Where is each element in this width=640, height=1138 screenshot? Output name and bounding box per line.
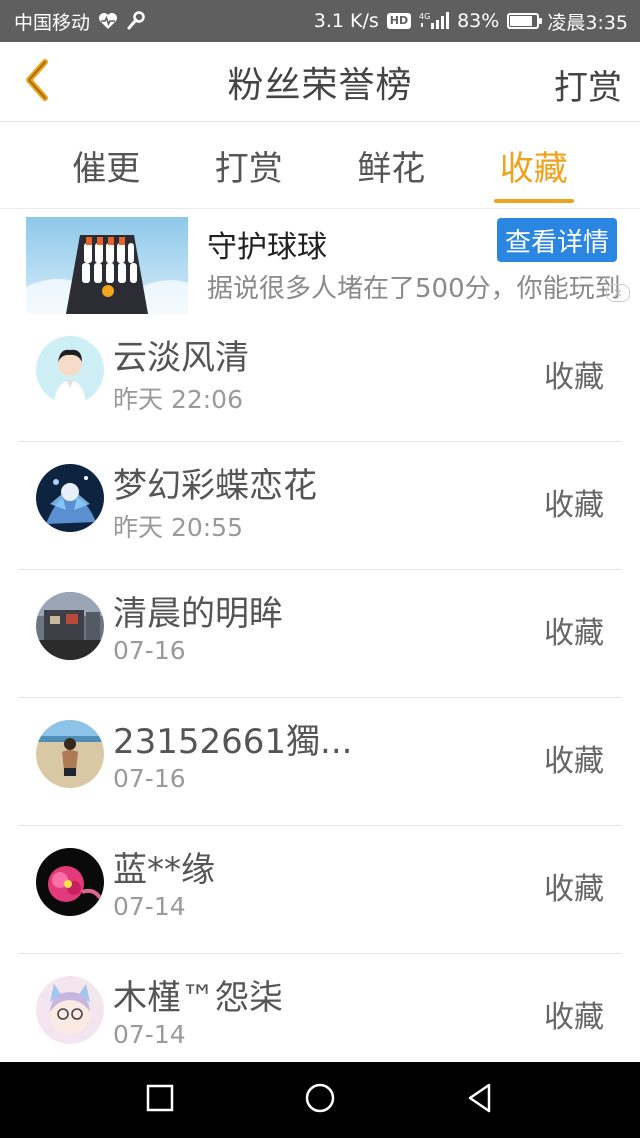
fan-action: 收藏 bbox=[544, 616, 604, 651]
fan-name: 梦幻彩蝶恋花 bbox=[113, 466, 317, 506]
tab-bar: 催更 打赏 鲜花 收藏 bbox=[0, 123, 640, 209]
fan-action: 收藏 bbox=[544, 488, 604, 523]
fan-action: 收藏 bbox=[544, 1000, 604, 1035]
view-details-button[interactable]: 查看详情 bbox=[496, 218, 617, 262]
list-item[interactable]: 云淡风清 昨天 22:06 收藏 bbox=[18, 314, 622, 442]
back-button[interactable] bbox=[14, 58, 58, 106]
fan-name: 蓝**缘 bbox=[113, 850, 215, 890]
list-item[interactable]: 清晨的明眸 07-16 收藏 bbox=[18, 570, 622, 698]
list-item[interactable]: 23152661獨... 07-16 收藏 bbox=[18, 698, 622, 826]
signal-icon: 4G bbox=[419, 11, 450, 31]
avatar bbox=[36, 848, 104, 916]
fan-name: 23152661獨... bbox=[113, 722, 353, 762]
avatar bbox=[36, 720, 104, 788]
net-speed: 3.1 K/s bbox=[313, 10, 379, 32]
tab-favorites[interactable]: 收藏 bbox=[493, 123, 574, 209]
fan-name: 木槿™怨柒 bbox=[113, 978, 283, 1018]
tab-reward[interactable]: 打赏 bbox=[209, 123, 289, 209]
avatar bbox=[36, 592, 104, 660]
circle-icon bbox=[304, 1082, 336, 1118]
system-nav-bar bbox=[0, 1062, 640, 1138]
tab-flowers[interactable]: 鲜花 bbox=[351, 123, 431, 209]
triangle-back-icon bbox=[465, 1082, 495, 1118]
fan-name: 云淡风清 bbox=[113, 338, 249, 378]
avatar bbox=[36, 976, 104, 1044]
fan-time: 昨天 20:55 bbox=[113, 513, 243, 542]
fan-list: 云淡风清 昨天 22:06 收藏 梦幻彩蝶恋花 昨天 20:55 收藏 清晨的明… bbox=[0, 314, 640, 1082]
ad-close-icon[interactable]: × bbox=[606, 284, 630, 302]
chevron-left-icon bbox=[21, 58, 51, 106]
back-nav-button[interactable] bbox=[455, 1075, 505, 1125]
fan-time: 昨天 22:06 bbox=[113, 385, 243, 414]
fan-time: 07-14 bbox=[113, 892, 186, 921]
net-type-label: 4G bbox=[419, 12, 430, 21]
fan-action: 收藏 bbox=[544, 744, 604, 779]
reward-button[interactable]: 打赏 bbox=[554, 60, 622, 109]
list-item[interactable]: 蓝**缘 07-14 收藏 bbox=[18, 826, 622, 954]
fan-time: 07-16 bbox=[113, 636, 186, 665]
square-icon bbox=[146, 1084, 174, 1116]
avatar bbox=[36, 336, 104, 404]
nav-bar: 粉丝荣誉榜 打赏 bbox=[0, 42, 640, 122]
clock: 凌晨3:35 bbox=[547, 11, 628, 34]
home-button[interactable] bbox=[295, 1075, 345, 1125]
list-item[interactable]: 梦幻彩蝶恋花 昨天 20:55 收藏 bbox=[18, 442, 622, 570]
ad-title: 守护球球 bbox=[207, 230, 327, 265]
heart-pulse-icon bbox=[98, 12, 118, 30]
ad-description: 据说很多人堵在了500分，你能玩到多少分？ bbox=[207, 274, 622, 304]
page-title: 粉丝荣誉榜 bbox=[227, 64, 413, 106]
recent-apps-button[interactable] bbox=[135, 1075, 185, 1125]
fan-name: 清晨的明眸 bbox=[113, 594, 283, 634]
fan-action: 收藏 bbox=[544, 872, 604, 907]
battery-percent: 83% bbox=[457, 10, 500, 32]
carrier-label: 中国移动 bbox=[14, 11, 91, 34]
avatar bbox=[36, 464, 104, 532]
hd-badge: HD bbox=[386, 13, 412, 29]
ad-banner[interactable]: 守护球球 据说很多人堵在了500分，你能玩到多少分？ 查看详情 × bbox=[0, 210, 640, 314]
wrench-icon bbox=[126, 11, 146, 31]
ad-game-thumbnail bbox=[26, 217, 188, 314]
fan-action: 收藏 bbox=[544, 360, 604, 395]
tab-urge[interactable]: 催更 bbox=[66, 123, 146, 209]
status-bar: 中国移动 3.1 K/s HD 4G 83% 凌晨3:35 bbox=[0, 0, 640, 42]
fan-time: 07-16 bbox=[113, 764, 186, 793]
battery-icon bbox=[507, 13, 543, 29]
fan-time: 07-14 bbox=[113, 1020, 186, 1049]
